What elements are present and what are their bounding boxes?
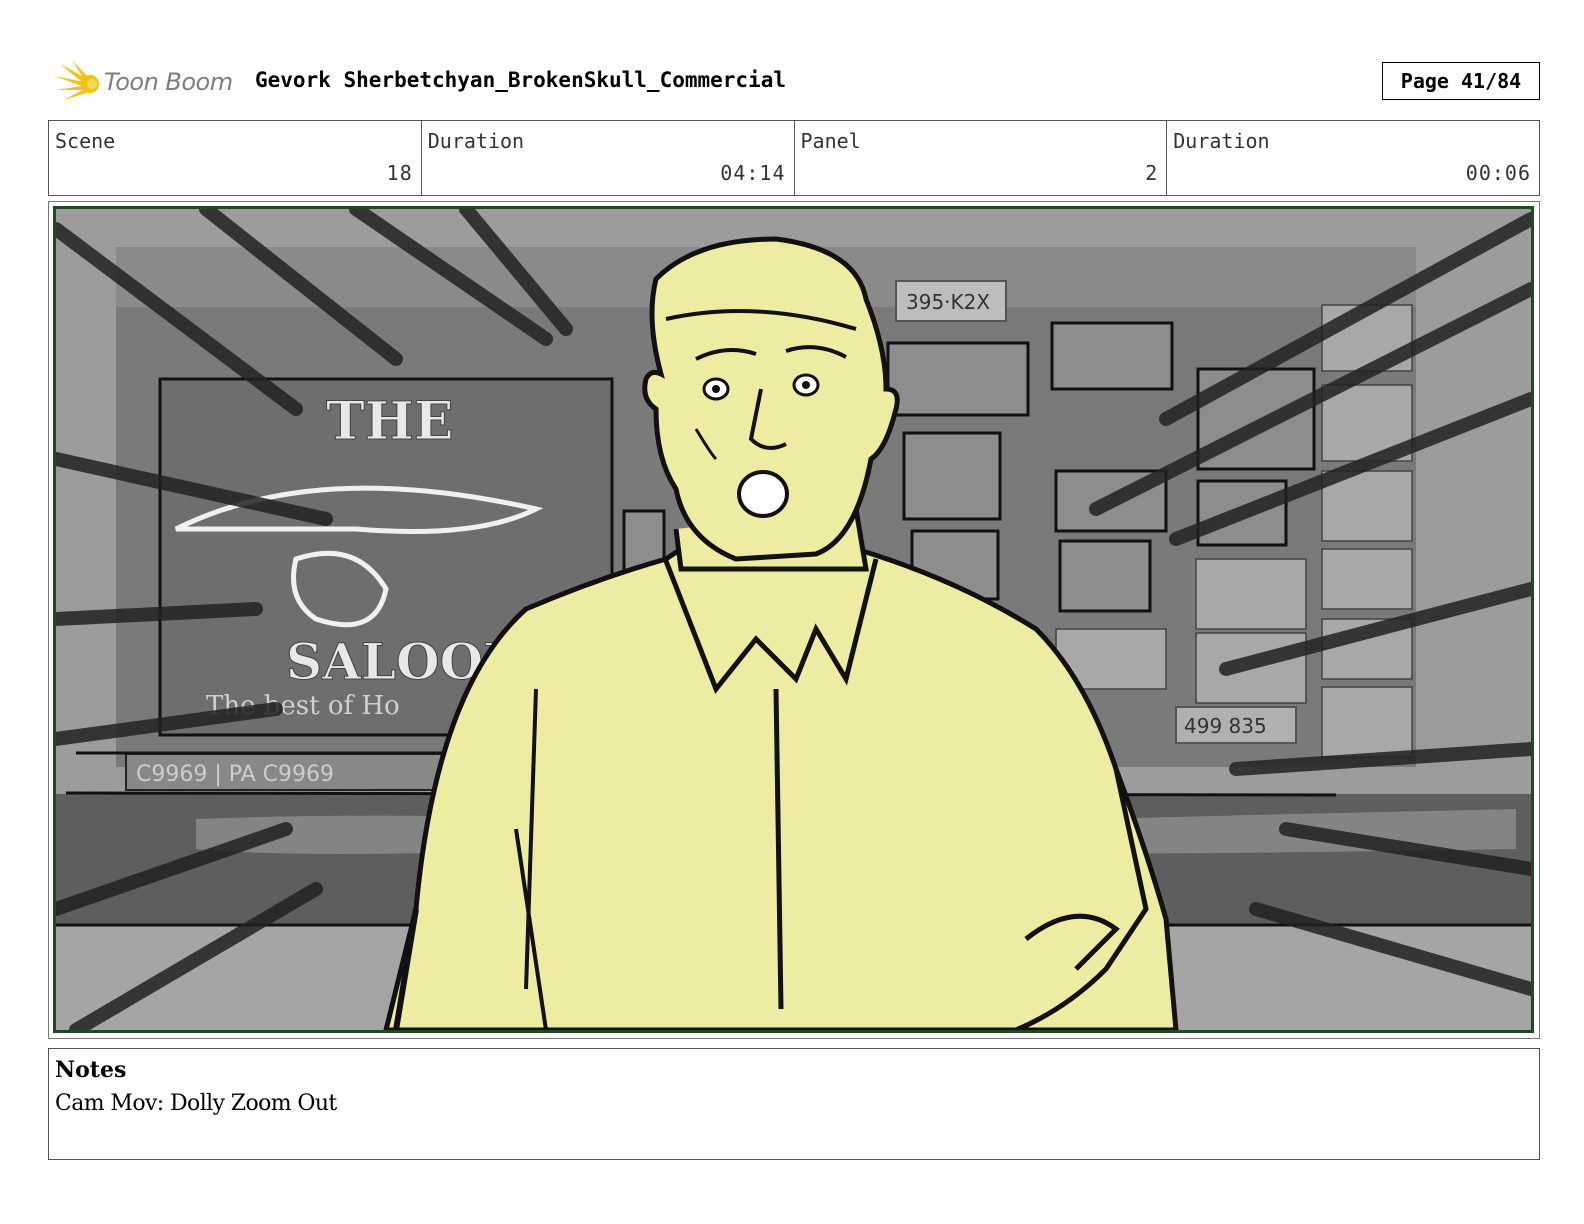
scene-duration-label: Duration [427, 129, 525, 153]
panel-duration-label: Duration [1173, 129, 1270, 153]
svg-text:499 835: 499 835 [1184, 714, 1267, 738]
notes-section: Notes Cam Mov: Dolly Zoom Out [48, 1048, 1540, 1160]
svg-text:THE: THE [326, 391, 453, 452]
scene-label: Scene [55, 129, 116, 153]
panel-cell: Panel 2 [795, 121, 1168, 195]
logo-text: Toon Boom [104, 68, 233, 96]
panel-value: 2 [1145, 161, 1159, 185]
panel-duration-cell: Duration 00:06 [1167, 121, 1539, 195]
svg-text:C9969 | PA C9969: C9969 | PA C9969 [136, 762, 334, 787]
notes-title: Notes [55, 1057, 127, 1083]
panel-label: Panel [800, 129, 861, 153]
panel-frame: THE SALOON The best of Ho 395·K2X 499 83… [48, 201, 1540, 1039]
scene-info-table: Scene 18 Duration 04:14 Panel 2 Duration… [48, 120, 1540, 196]
page-indicator: Page 41/84 [1382, 62, 1540, 100]
project-title: Gevork Sherbetchyan_BrokenSkull_Commerci… [255, 68, 787, 92]
flame-icon [54, 60, 99, 100]
scene-duration-value: 04:14 [720, 161, 786, 185]
scene-value: 18 [386, 161, 413, 185]
page-header: Toon Boom Gevork Sherbetchyan_BrokenSkul… [48, 56, 1540, 104]
storyboard-sketch: THE SALOON The best of Ho 395·K2X 499 83… [56, 209, 1531, 1030]
scene-duration-cell: Duration 04:14 [422, 121, 795, 195]
toon-boom-logo: Toon Boom [52, 58, 252, 104]
panel-duration-value: 00:06 [1465, 161, 1531, 185]
scene-cell: Scene 18 [49, 121, 422, 195]
svg-text:395·K2X: 395·K2X [906, 290, 990, 314]
storyboard-panel-image: THE SALOON The best of Ho 395·K2X 499 83… [53, 206, 1534, 1033]
notes-text: Cam Mov: Dolly Zoom Out [55, 1091, 337, 1116]
